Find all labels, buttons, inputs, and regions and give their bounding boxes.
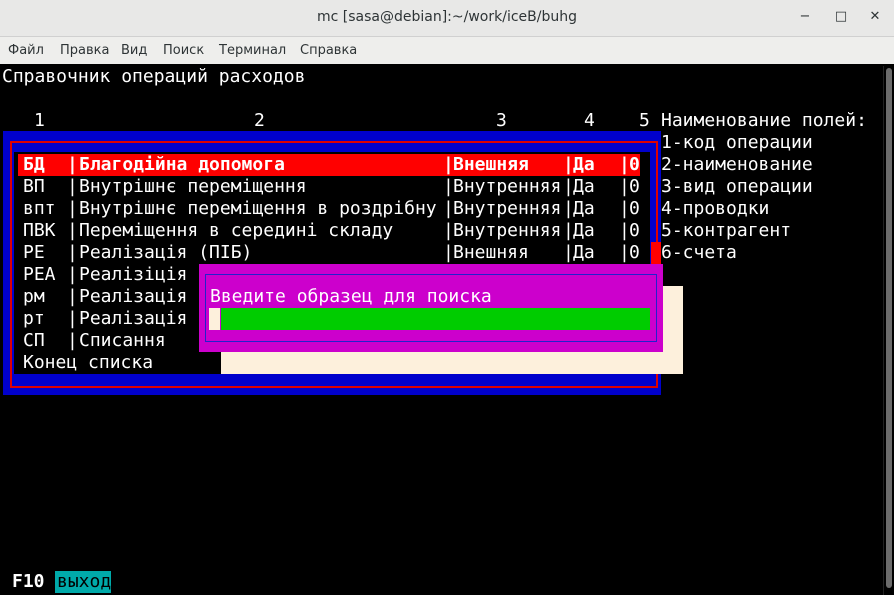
column-separator: | [67,242,78,263]
row-name: Реалізація (ПІБ) [79,242,253,263]
row-name: Благодійна допомога [79,154,285,175]
column-separator: | [67,198,78,219]
row-contractor: 0 [629,242,640,263]
text-cursor [209,308,220,330]
row-type: Внутренняя [453,220,562,241]
menu-terminal[interactable]: Терминал [219,43,286,58]
row-postings: Да [573,242,595,263]
row-code: рт [23,308,45,329]
column-separator: | [67,308,78,329]
row-name: Реалізіція [79,264,188,285]
scroll-marker [651,242,661,264]
field-legend-item: 5-контрагент [661,220,792,241]
row-postings: Да [573,176,595,197]
menu-bar: Файл Правка Вид Поиск Терминал Справка [0,37,894,64]
column-separator: | [67,330,78,351]
row-code: РЕ [23,242,45,263]
scrollbar[interactable] [883,66,894,595]
row-type: Внутренняя [453,176,562,197]
row-name: Переміщення в середині складу [79,220,394,241]
title-bar: mc [sasa@debian]:~/work/iceB/buhg − □ ✕ [0,0,894,37]
row-type: Внутренняя [453,198,562,219]
col-number-2: 2 [254,110,265,131]
close-icon[interactable]: ✕ [866,8,884,26]
row-type: Внешняя [453,242,529,263]
menu-search[interactable]: Поиск [163,43,204,58]
row-code: РЕА [23,264,56,285]
maximize-icon[interactable]: □ [832,8,850,26]
column-separator: | [67,220,78,241]
row-type: Внешняя [453,154,529,175]
column-separator: | [67,176,78,197]
col-number-4: 4 [584,110,595,131]
row-postings: Да [573,154,595,175]
f10-key[interactable]: F10 [12,571,45,593]
field-legend-item: 6-счета [661,242,737,263]
minimize-icon[interactable]: − [796,8,814,26]
row-name: Внутрішнє переміщення в роздрібну [79,198,437,219]
row-code: рм [23,286,45,307]
row-name: Списання [79,330,166,351]
menu-help[interactable]: Справка [300,43,357,58]
menu-file[interactable]: Файл [8,43,44,58]
row-code: впт [23,198,56,219]
field-legend-item: 2-наименование [661,154,813,175]
screen-heading: Справочник операций расходов [2,66,306,87]
search-prompt: Введите образец для поиска [210,286,492,307]
row-code: БД [23,154,45,175]
row-code: ПВК [23,220,56,241]
menu-view[interactable]: Вид [121,43,147,58]
row-contractor: 0 [629,220,640,241]
column-separator: | [67,264,78,285]
col-number-5: 5 [639,110,650,131]
row-contractor: 0 [629,198,640,219]
row-postings: Да [573,198,595,219]
scrollbar-thumb[interactable] [886,68,892,588]
row-code: ВП [23,176,45,197]
end-of-list: Конец списка [23,352,154,373]
fields-header: Наименование полей: [661,110,867,131]
field-legend-item: 3-вид операции [661,176,813,197]
row-code: СП [23,330,45,351]
row-contractor: 0 [629,176,640,197]
row-name: Реалізація [79,286,188,307]
col-number-3: 3 [496,110,507,131]
search-input[interactable] [221,308,650,330]
window-title: mc [sasa@debian]:~/work/iceB/buhg [317,9,577,25]
row-postings: Да [573,220,595,241]
col-number-1: 1 [34,110,45,131]
exit-label[interactable]: выход [57,571,111,593]
menu-edit[interactable]: Правка [60,43,109,58]
row-contractor: 0 [629,154,640,175]
field-legend-item: 1-код операции [661,132,813,153]
row-name: Внутрішнє переміщення [79,176,307,197]
row-name: Реалізація [79,308,188,329]
field-legend-item: 4-проводки [661,198,770,219]
column-separator: | [67,286,78,307]
column-separator: | [67,154,78,175]
